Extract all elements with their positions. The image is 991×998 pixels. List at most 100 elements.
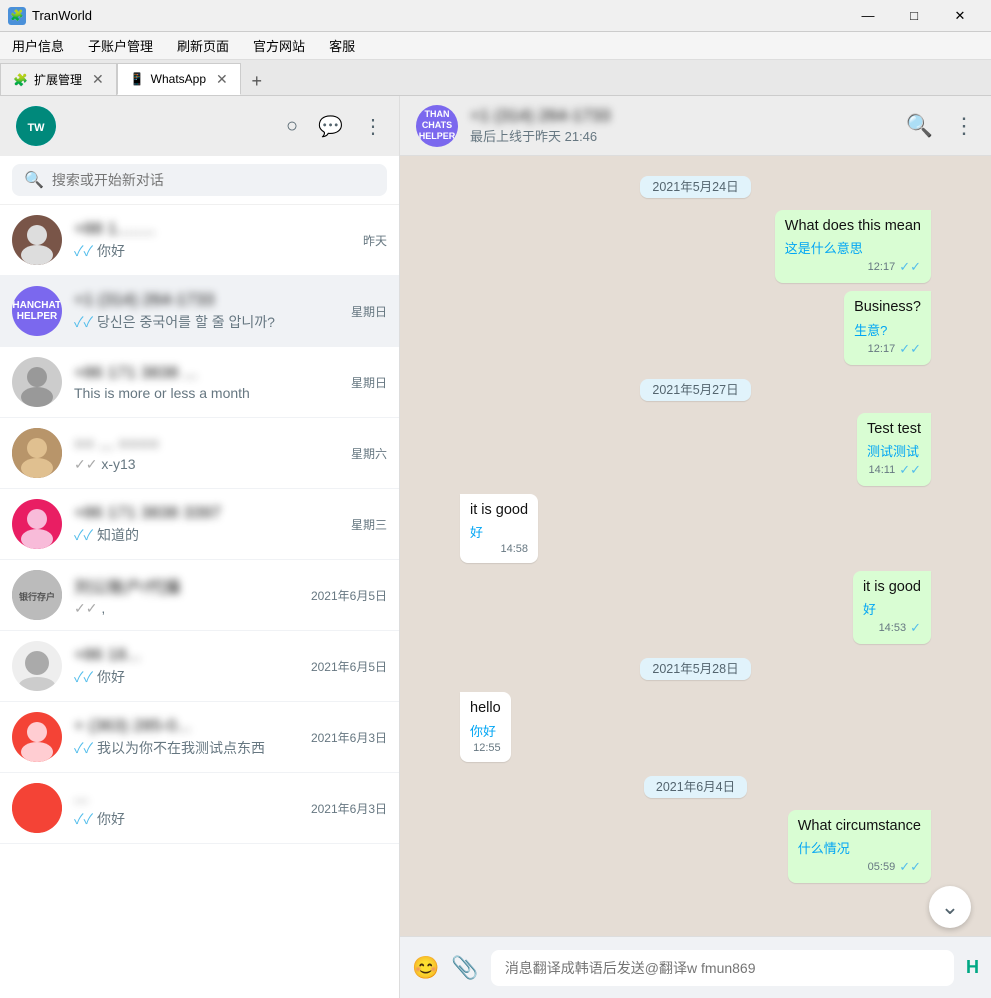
messages-area[interactable]: 2021年5月24日 What does this mean 这是什么意思 12… — [400, 156, 991, 936]
chat-item-5[interactable]: +86 171 3838 3397 ✓✓ 知道的 星期三 — [0, 489, 399, 560]
add-tab-button[interactable]: + — [241, 67, 273, 95]
message-meta-7: 05:59 ✓✓ — [798, 859, 921, 875]
close-button[interactable]: ✕ — [937, 0, 983, 32]
chat-name-8: + (363) 285-0... — [74, 716, 299, 736]
chat-preview-9: ✓✓ 你好 — [74, 809, 299, 829]
tab-tab2[interactable]: 📱 WhatsApp ✕ — [117, 63, 241, 95]
date-divider-1: 2021年5月27日 — [460, 379, 931, 399]
sidebar: TW ○ 💬 ⋮ 🔍 +88 1.. — [0, 96, 400, 998]
chat-time-2: 星期日 — [351, 303, 387, 320]
chat-time-8: 2021年6月3日 — [311, 729, 387, 746]
maximize-button[interactable]: □ — [891, 0, 937, 32]
date-divider-2: 2021年5月28日 — [460, 658, 931, 678]
chat-meta-1: 昨天 — [363, 232, 387, 249]
chat-item-7[interactable]: +86 18... ✓✓ 你好 2021年6月5日 — [0, 631, 399, 702]
menu-item-子账户管理[interactable]: 子账户管理 — [84, 34, 157, 57]
minimize-button[interactable]: — — [845, 0, 891, 32]
message-row-6: hello 你好 12:55 — [460, 692, 931, 761]
chat-item-4[interactable]: ○○ ... ○○○○ ✓✓ x-y13 星期六 — [0, 418, 399, 489]
chat-item-6[interactable]: 银行存户 刘公账户/代操 ✓✓ , 2021年6月5日 — [0, 560, 399, 631]
menu-item-刷新页面[interactable]: 刷新页面 — [173, 34, 233, 57]
chat-icon[interactable]: 💬 — [318, 114, 343, 139]
menu-item-客服[interactable]: 客服 — [325, 34, 359, 57]
chat-name-4: ○○ ... ○○○○ — [74, 434, 339, 454]
search-bar: 🔍 — [0, 156, 399, 205]
tab-close-icon[interactable]: ✕ — [216, 71, 228, 88]
emoji-icon[interactable]: 😊 — [412, 955, 439, 981]
tranworld-logo: TW — [16, 106, 56, 146]
menu-item-用户信息[interactable]: 用户信息 — [8, 34, 68, 57]
chat-time-3: 星期日 — [351, 374, 387, 391]
attach-icon[interactable]: 📎 — [451, 955, 478, 981]
send-icon[interactable]: H — [966, 957, 979, 978]
app-icon: 🧩 — [8, 7, 26, 25]
status-icon[interactable]: ○ — [286, 115, 298, 138]
chat-name-7: +86 18... — [74, 645, 299, 665]
chat-meta-6: 2021年6月5日 — [311, 587, 387, 604]
tab-tab1[interactable]: 🧩 扩展管理 ✕ — [0, 63, 117, 95]
tab-close-icon[interactable]: ✕ — [92, 71, 104, 88]
chat-preview-7: ✓✓ 你好 — [74, 667, 299, 687]
tab-label: 扩展管理 — [34, 71, 82, 88]
chat-avatar-7 — [12, 641, 62, 691]
message-bubble-4: it is good 好 14:58 — [460, 494, 538, 563]
chat-name-3: +86 171 3838 ... — [74, 363, 339, 383]
tab-icon: 📱 — [130, 72, 145, 86]
message-text-6: hello — [470, 698, 501, 718]
chat-item-8[interactable]: + (363) 285-0... ✓✓ 我以为你不在我测试点东西 2021年6月… — [0, 702, 399, 773]
chat-options-icon[interactable]: ⋮ — [953, 113, 975, 139]
chat-avatar-1 — [12, 215, 62, 265]
sidebar-avatar[interactable]: TW — [16, 106, 56, 146]
titlebar-left: 🧩 TranWorld — [8, 7, 92, 25]
chat-preview-3: This is more or less a month — [74, 385, 339, 401]
message-text-5: it is good — [863, 577, 921, 597]
titlebar: 🧩 TranWorld — □ ✕ — [0, 0, 991, 32]
chat-meta-5: 星期三 — [351, 516, 387, 533]
chat-preview-8: ✓✓ 我以为你不在我测试点东西 — [74, 738, 299, 758]
sidebar-header: TW ○ 💬 ⋮ — [0, 96, 399, 156]
chat-avatar-4 — [12, 428, 62, 478]
chat-meta-9: 2021年6月3日 — [311, 800, 387, 817]
message-translation-7: 什么情况 — [798, 838, 921, 857]
chat-contact-info: +1 (314) 264-1733 最后上线于昨天 21:46 — [470, 106, 894, 145]
chat-avatar-3 — [12, 357, 62, 407]
chat-time-9: 2021年6月3日 — [311, 800, 387, 817]
message-row-2: Business? 生意? 12:17 ✓✓ — [460, 291, 931, 364]
chat-info-9: ... ✓✓ 你好 — [74, 787, 299, 829]
chat-time-4: 星期六 — [351, 445, 387, 462]
search-input[interactable] — [52, 172, 375, 188]
chat-item-2[interactable]: THANCHATSHELPER +1 (314) 264-1733 ✓✓ 당신은… — [0, 276, 399, 347]
chat-panel: THANCHATSHELPER +1 (314) 264-1733 最后上线于昨… — [400, 96, 991, 998]
message-row-1: What does this mean 这是什么意思 12:17 ✓✓ — [460, 210, 931, 283]
chat-name-1: +88 1........ — [74, 219, 351, 239]
search-chat-icon[interactable]: 🔍 — [906, 113, 933, 139]
message-input[interactable] — [491, 950, 954, 986]
message-meta-6: 12:55 — [470, 742, 501, 754]
chat-item-3[interactable]: +86 171 3838 ... This is more or less a … — [0, 347, 399, 418]
chat-item-1[interactable]: +88 1........ ✓✓ 你好 昨天 — [0, 205, 399, 276]
chat-avatar-5 — [12, 499, 62, 549]
chat-meta-4: 星期六 — [351, 445, 387, 462]
chat-name-6: 刘公账户/代操 — [74, 573, 299, 598]
message-meta-3: 14:11 ✓✓ — [867, 462, 921, 478]
chat-name-2: +1 (314) 264-1733 — [74, 290, 339, 310]
menu-icon[interactable]: ⋮ — [363, 114, 383, 139]
search-input-wrap[interactable]: 🔍 — [12, 164, 387, 196]
chat-info-6: 刘公账户/代操 ✓✓ , — [74, 573, 299, 617]
input-bar: 😊 📎 H — [400, 936, 991, 998]
chat-preview-4: ✓✓ x-y13 — [74, 456, 339, 473]
chat-avatar-9 — [12, 783, 62, 833]
chat-preview-6: ✓✓ , — [74, 600, 299, 617]
chat-meta-3: 星期日 — [351, 374, 387, 391]
chat-time-6: 2021年6月5日 — [311, 587, 387, 604]
menu-item-官方网站[interactable]: 官方网站 — [249, 34, 309, 57]
chat-header: THANCHATSHELPER +1 (314) 264-1733 最后上线于昨… — [400, 96, 991, 156]
chevron-down-icon: ⌄ — [941, 894, 959, 920]
chat-meta-2: 星期日 — [351, 303, 387, 320]
message-text-7: What circumstance — [798, 816, 921, 836]
scroll-to-bottom-button[interactable]: ⌄ — [929, 886, 971, 928]
chat-item-9[interactable]: ... ✓✓ 你好 2021年6月3日 — [0, 773, 399, 844]
message-meta-4: 14:58 — [470, 543, 528, 555]
message-bubble-6: hello 你好 12:55 — [460, 692, 511, 761]
message-bubble-7: What circumstance 什么情况 05:59 ✓✓ — [788, 810, 931, 883]
